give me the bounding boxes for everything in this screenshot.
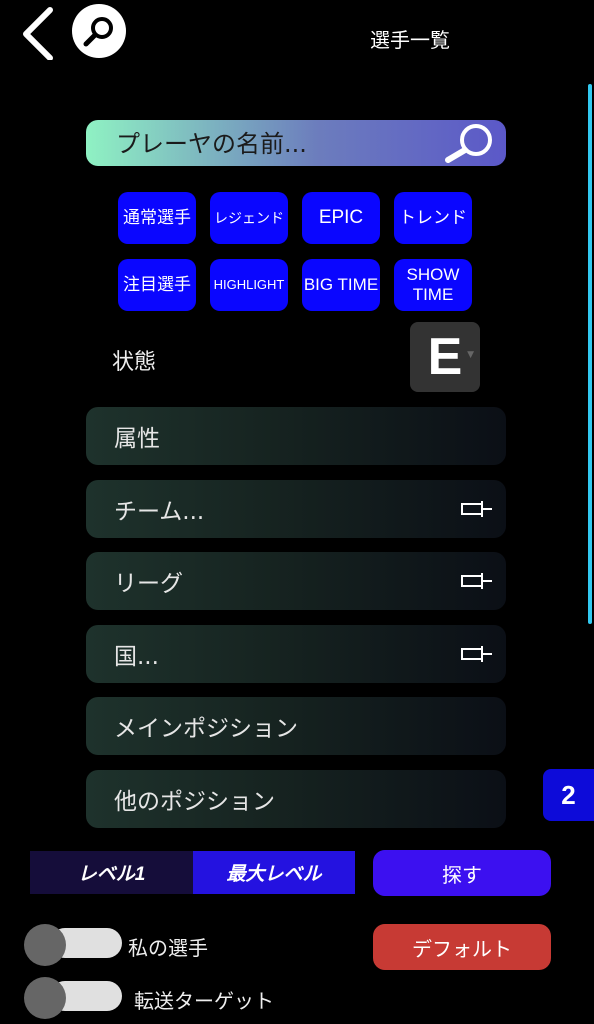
page-badge[interactable]: 2 (543, 769, 594, 821)
back-button[interactable] (14, 6, 64, 61)
state-select[interactable]: E ▼ (410, 322, 480, 392)
level-max-option[interactable]: 最大レベル (193, 851, 355, 894)
filter-country[interactable]: 国... (86, 625, 506, 683)
chevron-down-icon: ▼ (467, 350, 474, 360)
level-min-option[interactable]: レベル1 (30, 851, 193, 894)
my-players-label: 私の選手 (128, 936, 208, 960)
filter-label: メインポジション (114, 716, 298, 742)
toggle-knob (24, 924, 66, 966)
scrollbar[interactable] (588, 84, 592, 624)
chip-legend[interactable]: レジェンド (210, 192, 288, 244)
filter-label: チーム... (114, 499, 205, 525)
header-search-button[interactable] (72, 4, 126, 58)
chip-highlight[interactable]: HIGHLIGHT (210, 259, 288, 311)
toggle-knob (24, 977, 66, 1019)
filter-label: 他のポジション (114, 789, 275, 815)
chip-normal[interactable]: 通常選手 (118, 192, 196, 244)
filter-label: 属性 (114, 426, 160, 452)
filter-attribute[interactable]: 属性 (86, 407, 506, 465)
chip-epic[interactable]: EPIC (302, 192, 380, 244)
pin-icon[interactable] (460, 644, 494, 664)
default-button[interactable]: デフォルト (373, 924, 551, 970)
filter-main-position[interactable]: メインポジション (86, 697, 506, 755)
chevron-left-icon (23, 7, 53, 61)
chip-trend[interactable]: トレンド (394, 192, 472, 244)
pin-icon[interactable] (460, 499, 494, 519)
transfer-target-label: 転送ターゲット (134, 989, 274, 1013)
page-title: 選手一覧 (370, 28, 450, 52)
state-label: 状態 (112, 350, 157, 375)
filter-other-position[interactable]: 他のポジション (86, 770, 506, 828)
filter-league[interactable]: リーグ (86, 552, 506, 610)
chip-big-time[interactable]: BIG TIME (302, 259, 380, 311)
magnifier-icon[interactable] (442, 122, 498, 164)
player-search-bar[interactable] (86, 120, 506, 168)
player-name-input[interactable] (114, 120, 438, 168)
filter-label: リーグ (114, 571, 183, 597)
chip-featured[interactable]: 注目選手 (118, 259, 196, 311)
state-value: E (427, 328, 463, 386)
my-players-toggle[interactable] (24, 924, 122, 966)
chip-show-time[interactable]: SHOW TIME (394, 259, 472, 311)
filter-team[interactable]: チーム... (86, 480, 506, 538)
search-button[interactable]: 探す (373, 850, 551, 896)
level-range-toggle[interactable]: レベル1 最大レベル (30, 851, 355, 894)
filter-label: 国... (114, 644, 159, 670)
magnifier-icon (83, 17, 113, 47)
transfer-target-toggle[interactable] (24, 977, 122, 1019)
pin-icon[interactable] (460, 571, 494, 591)
